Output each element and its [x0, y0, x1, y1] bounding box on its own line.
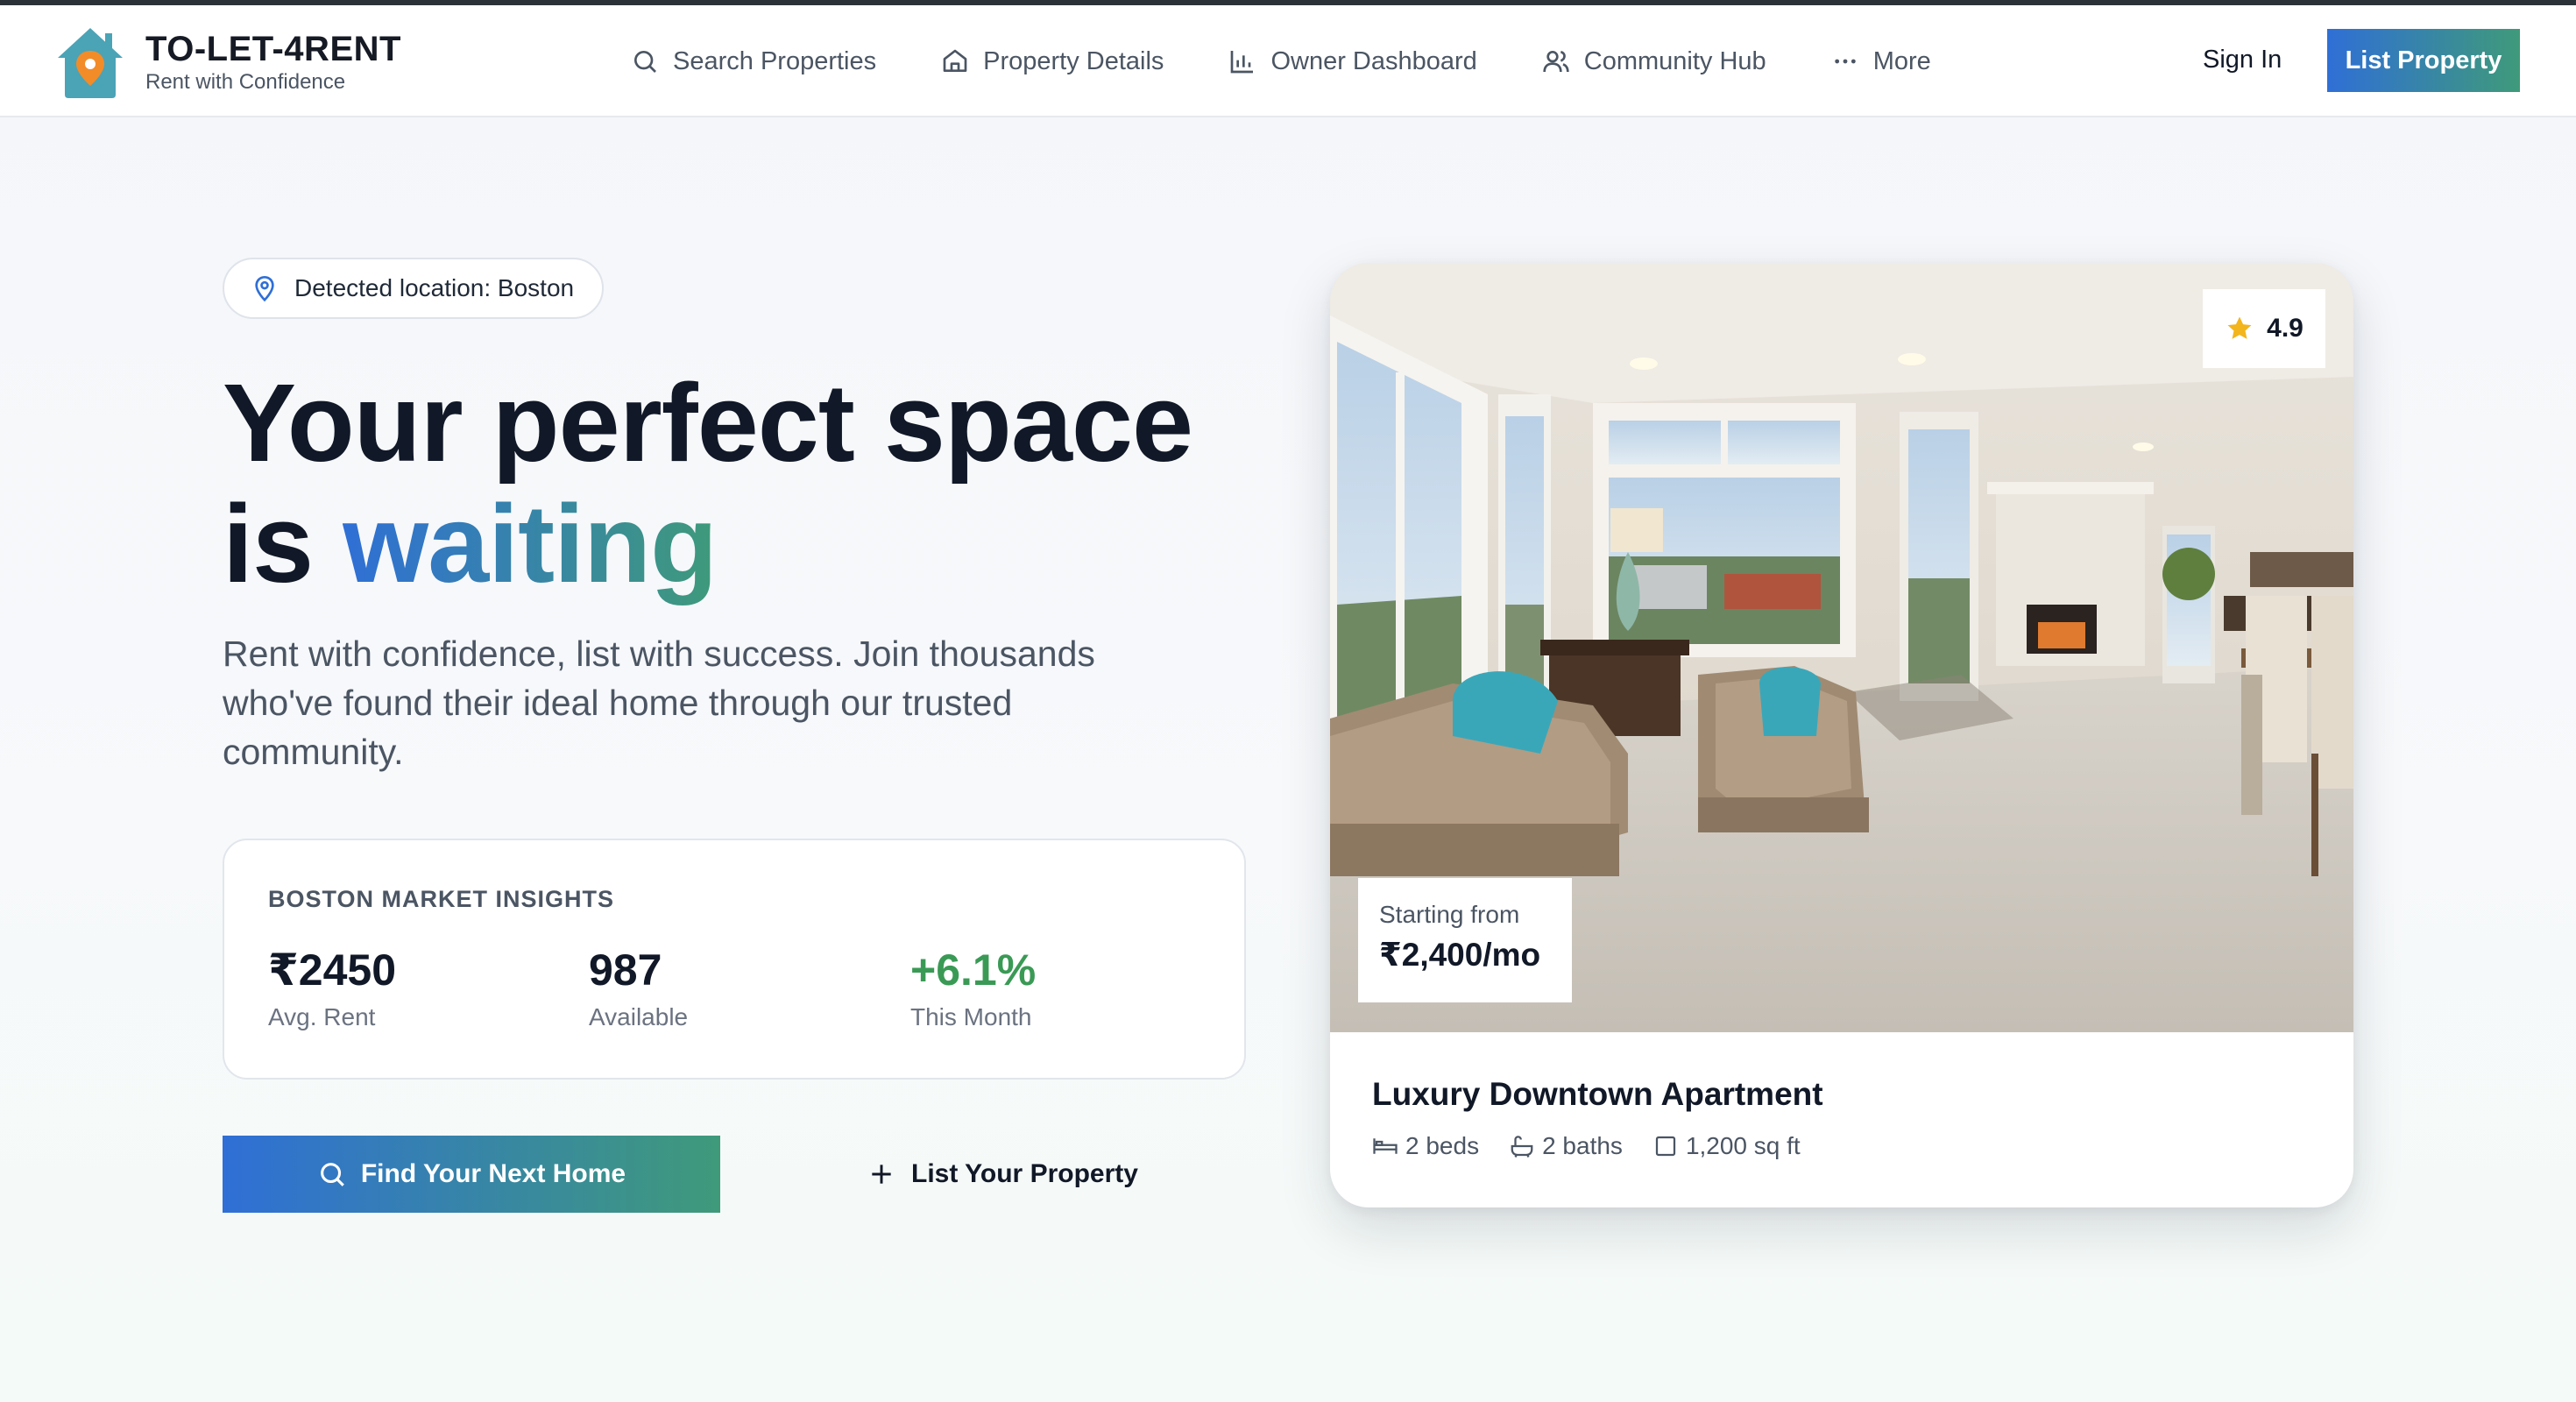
nav-label: Community Hub — [1583, 46, 1766, 75]
hero-description: Rent with confidence, list with success.… — [223, 634, 1095, 772]
home-icon — [943, 49, 967, 72]
spec-area: 1,200 sq ft — [1652, 1132, 1801, 1160]
stat-available: 987 Available — [589, 944, 688, 1031]
nav-label: Search Properties — [673, 46, 877, 75]
rating-badge: 4.9 — [2203, 289, 2325, 368]
rating-value: 4.9 — [2267, 314, 2304, 343]
list-your-property-button[interactable]: List Your Property — [867, 1136, 1138, 1213]
stat-value: +6.1% — [910, 945, 1037, 995]
search-icon — [320, 1163, 344, 1186]
brand-subtitle: Rent with Confidence — [145, 70, 346, 94]
stat-avg-rent: ₹2450 Avg. Rent — [268, 944, 396, 1031]
stat-this-month: +6.1% This Month — [910, 944, 1036, 1031]
bar-chart-icon — [1231, 51, 1254, 74]
nav-community-hub[interactable]: Community Hub — [1542, 47, 1766, 76]
hero-title: Your perfect space is waiting — [223, 361, 1193, 605]
bath-icon — [1511, 1136, 1533, 1158]
button-label: Find Your Next Home — [360, 1159, 626, 1188]
plus-icon — [872, 1165, 891, 1184]
sign-in-link[interactable]: Sign In — [2203, 46, 2282, 74]
square-icon — [1655, 1136, 1676, 1157]
brand[interactable]: TO-LET-4RENT Rent with Confidence — [54, 25, 401, 100]
insights-heading: BOSTON MARKET INSIGHTS — [268, 886, 615, 912]
search-icon — [634, 51, 656, 73]
site-header: TO-LET-4RENT Rent with Confidence Search… — [0, 5, 2576, 117]
hero-title-plain: is — [223, 482, 343, 605]
users-icon — [1543, 51, 1569, 73]
stat-label: Available — [589, 1003, 689, 1030]
button-label: List Your Property — [911, 1159, 1138, 1188]
listing-specs: 2 beds 2 baths 1,200 sq ft — [1372, 1132, 1830, 1160]
main-nav: Search Properties Property Details Owner… — [631, 5, 1996, 117]
market-insights-card: BOSTON MARKET INSIGHTS ₹2450 Avg. Rent 9… — [223, 839, 1246, 1080]
nav-label: More — [1872, 46, 1931, 75]
location-text: Detected location: Boston — [294, 274, 575, 301]
hero-title-line2: is waiting — [223, 484, 1192, 605]
spec-label: 1,200 sq ft — [1685, 1132, 1801, 1159]
price-tag: Starting from ₹2,400/mo — [1358, 878, 1572, 1002]
hero-title-line1: Your perfect space — [223, 361, 1193, 485]
spec-label: 2 baths — [1542, 1132, 1623, 1159]
price-value: ₹2,400/mo — [1379, 937, 1541, 973]
list-property-button[interactable]: List Property — [2327, 29, 2520, 92]
hero-title-accent: waiting — [343, 482, 718, 605]
listing-title[interactable]: Luxury Downtown Apartment — [1372, 1076, 1830, 1113]
brand-logo-icon — [54, 25, 126, 100]
brand-title: TO-LET-4RENT — [145, 30, 401, 68]
find-next-home-button[interactable]: Find Your Next Home — [223, 1136, 720, 1213]
spec-baths: 2 baths — [1509, 1132, 1623, 1160]
featured-listing-card[interactable]: 4.9 Starting from ₹2,400/mo Luxury Downt… — [1330, 263, 2353, 1207]
nav-label: Property Details — [983, 46, 1164, 75]
nav-more[interactable]: More — [1831, 47, 1931, 76]
spec-label: 2 beds — [1405, 1132, 1480, 1159]
spec-beds: 2 beds — [1372, 1132, 1479, 1160]
nav-search-properties[interactable]: Search Properties — [631, 47, 876, 76]
location-badge[interactable]: Detected location: Boston — [223, 258, 605, 319]
stat-value: 987 — [589, 945, 662, 995]
nav-owner-dashboard[interactable]: Owner Dashboard — [1228, 46, 1477, 76]
stat-label: This Month — [910, 1003, 1032, 1030]
listing-details: Luxury Downtown Apartment 2 beds 2 baths… — [1372, 1076, 1830, 1160]
more-dots-icon — [1834, 59, 1856, 64]
map-pin-icon — [255, 275, 274, 302]
bed-icon — [1373, 1138, 1398, 1154]
nav-property-details[interactable]: Property Details — [941, 47, 1164, 76]
stat-label: Avg. Rent — [268, 1003, 376, 1030]
nav-label: Owner Dashboard — [1270, 46, 1477, 75]
stat-value: ₹2450 — [268, 945, 397, 995]
star-icon — [2227, 316, 2252, 339]
price-label: Starting from — [1379, 901, 1520, 928]
